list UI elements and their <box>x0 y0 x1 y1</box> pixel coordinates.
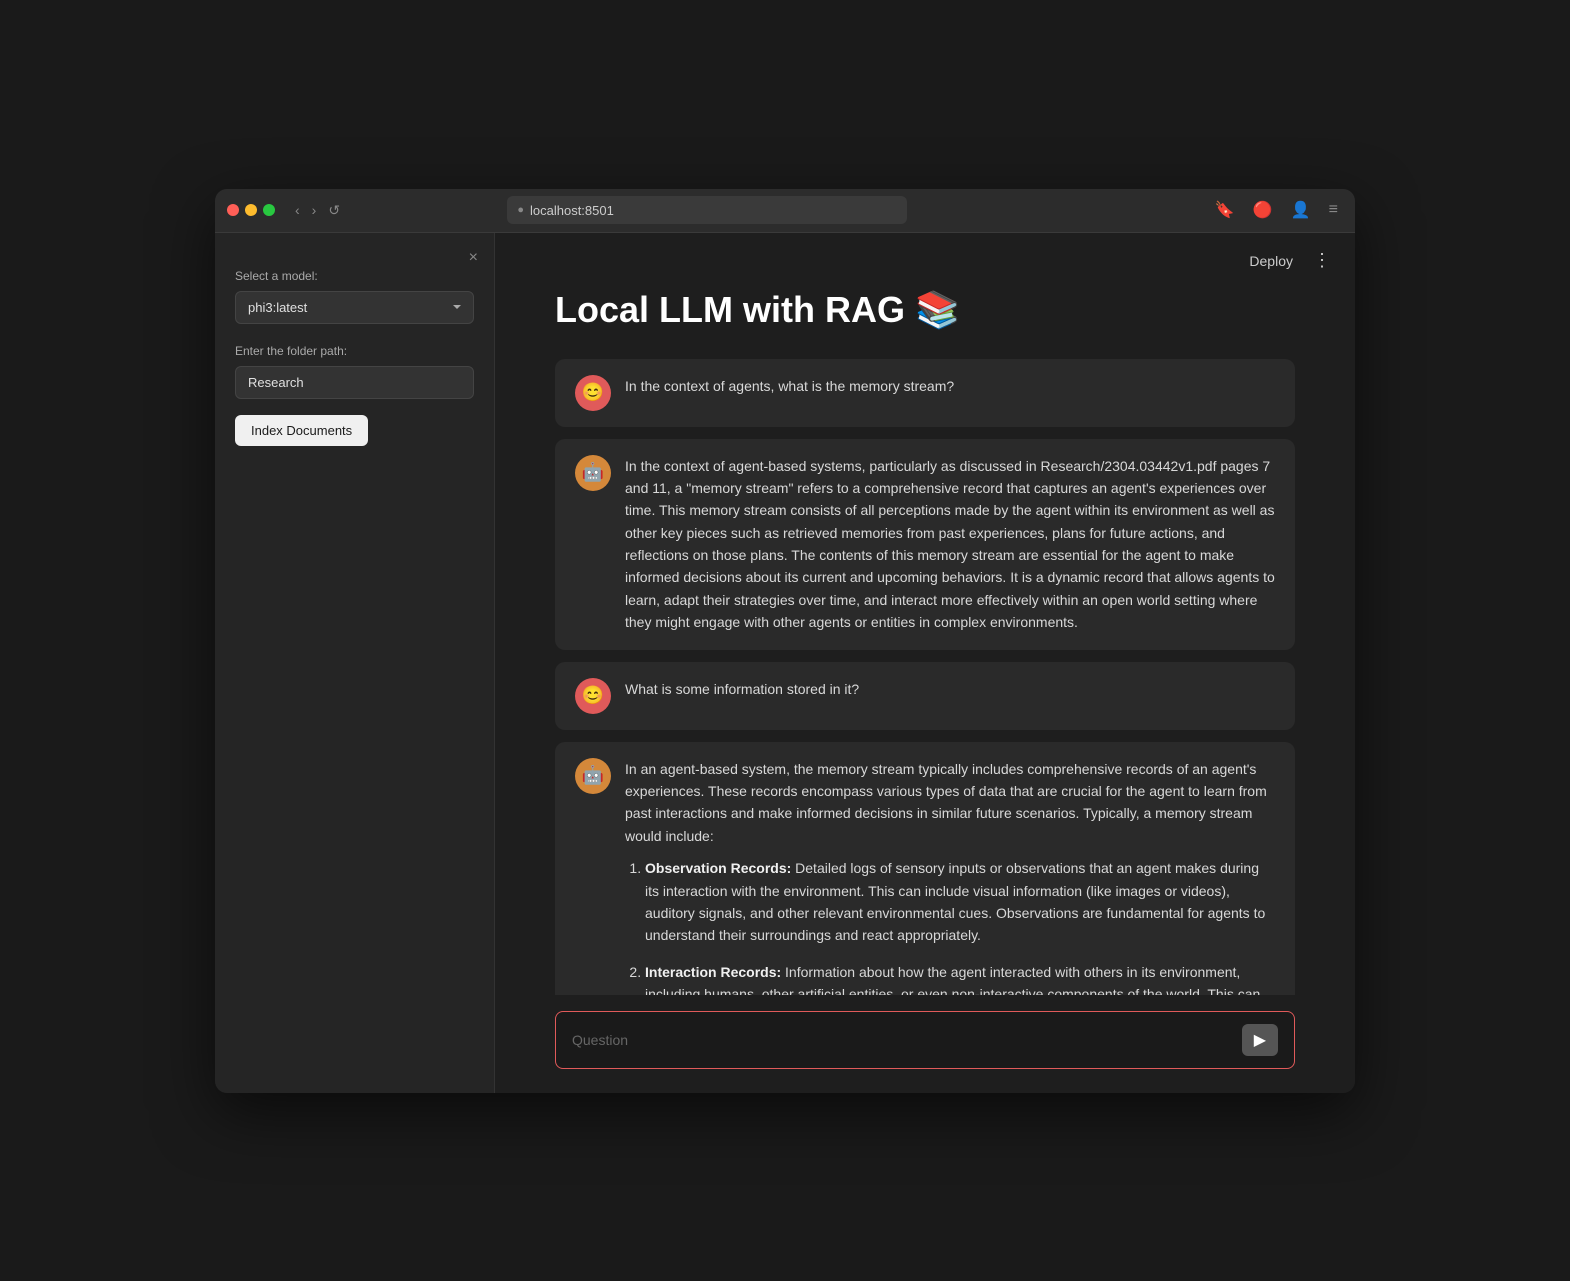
user-avatar: 😊 <box>575 678 611 714</box>
ai-avatar: 🤖 <box>575 758 611 794</box>
message-list: Observation Records: Detailed logs of se… <box>625 857 1275 994</box>
browser-window: ‹ › ↺ ● localhost:8501 🔖 🔴 👤 ≡ × Select … <box>215 189 1355 1093</box>
input-bar: ▶ <box>495 995 1355 1093</box>
sidebar-close-button[interactable]: × <box>469 249 478 267</box>
send-button[interactable]: ▶ <box>1242 1024 1278 1056</box>
list-item-label: Observation Records: <box>645 860 791 876</box>
deploy-button[interactable]: Deploy <box>1241 249 1301 273</box>
folder-path-input[interactable] <box>235 366 474 399</box>
minimize-window-button[interactable] <box>245 204 257 216</box>
message-text: In the context of agents, what is the me… <box>625 375 1275 397</box>
message-block: 😊 What is some information stored in it? <box>555 662 1295 730</box>
menu-button[interactable]: ≡ <box>1324 199 1343 221</box>
maximize-window-button[interactable] <box>263 204 275 216</box>
close-window-button[interactable] <box>227 204 239 216</box>
browser-actions: 🔖 🔴 👤 ≡ <box>1210 198 1343 222</box>
chat-area[interactable]: Local LLM with RAG 📚 😊 In the context of… <box>495 289 1355 995</box>
message-text: In an agent-based system, the memory str… <box>625 758 1275 995</box>
bookmark-button[interactable]: 🔖 <box>1210 198 1240 222</box>
model-select[interactable]: phi3:latest llama2 mistral codellama <box>235 291 474 324</box>
message-block: 😊 In the context of agents, what is the … <box>555 359 1295 427</box>
list-item: Observation Records: Detailed logs of se… <box>645 857 1275 947</box>
message-block: 🤖 In the context of agent-based systems,… <box>555 439 1295 650</box>
list-item-label: Interaction Records: <box>645 964 781 980</box>
profile-button[interactable]: 👤 <box>1286 198 1316 222</box>
ai-avatar: 🤖 <box>575 455 611 491</box>
traffic-lights <box>227 204 275 216</box>
browser-titlebar: ‹ › ↺ ● localhost:8501 🔖 🔴 👤 ≡ <box>215 189 1355 233</box>
folder-label: Enter the folder path: <box>235 344 474 358</box>
message-text: In the context of agent-based systems, p… <box>625 455 1275 634</box>
sidebar: × Select a model: phi3:latest llama2 mis… <box>215 233 495 1093</box>
main-header: Deploy ⋮ <box>495 233 1355 289</box>
app-container: × Select a model: phi3:latest llama2 mis… <box>215 233 1355 1093</box>
extensions-button[interactable]: 🔴 <box>1248 198 1278 222</box>
main-content: Deploy ⋮ Local LLM with RAG 📚 😊 In the c… <box>495 233 1355 1093</box>
model-label: Select a model: <box>235 269 474 283</box>
forward-button[interactable]: › <box>308 200 321 221</box>
page-title: Local LLM with RAG 📚 <box>555 289 1295 331</box>
reload-button[interactable]: ↺ <box>324 200 344 221</box>
list-item: Interaction Records: Information about h… <box>645 961 1275 995</box>
url-text: localhost:8501 <box>530 203 614 218</box>
message-text: What is some information stored in it? <box>625 678 1275 700</box>
browser-nav: ‹ › ↺ <box>291 200 344 221</box>
address-bar[interactable]: ● localhost:8501 <box>507 196 907 224</box>
more-options-button[interactable]: ⋮ <box>1313 250 1331 271</box>
question-input[interactable] <box>572 1032 1232 1048</box>
message-block: 🤖 In an agent-based system, the memory s… <box>555 742 1295 995</box>
question-input-container: ▶ <box>555 1011 1295 1069</box>
lock-icon: ● <box>517 204 524 216</box>
back-button[interactable]: ‹ <box>291 200 304 221</box>
index-documents-button[interactable]: Index Documents <box>235 415 368 446</box>
user-avatar: 😊 <box>575 375 611 411</box>
message-intro: In an agent-based system, the memory str… <box>625 761 1267 844</box>
